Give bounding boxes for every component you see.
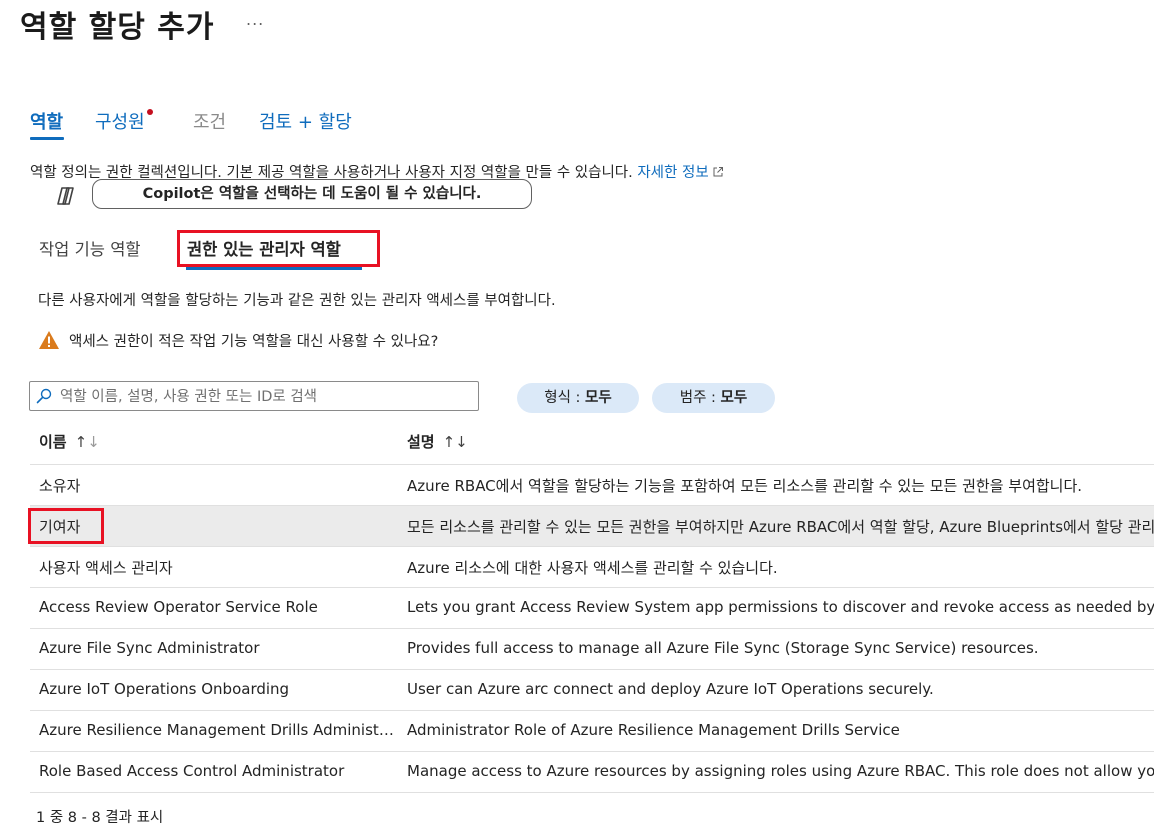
highlight-box [28,508,104,544]
table-row[interactable]: Role Based Access Control Administrator … [30,751,1154,793]
filter-category-pill[interactable]: 범주 : 모두 [652,383,775,413]
role-description-cell: Azure 리소스에 대한 사용자 액세스를 관리할 수 있습니다. [407,559,778,577]
required-indicator [147,109,153,115]
role-name: Access Review Operator Service Role [39,598,318,616]
learn-more-link[interactable]: 자세한 정보 [637,165,723,181]
subtab-description: 다른 사용자에게 역할을 할당하는 기능과 같은 권한 있는 관리자 액세스를 … [38,293,556,309]
subtab-privileged-admin-roles[interactable]: 권한 있는 관리자 역할 [187,236,341,260]
filter-category-value: 모두 [720,390,748,406]
table-row[interactable]: 사용자 액세스 관리자 Azure 리소스에 대한 사용자 액세스를 관리할 수… [30,546,1154,587]
role-description-cell: Azure RBAC에서 역할을 할당하는 기능을 포함하여 모든 리소스를 관… [407,477,1083,495]
filter-category-label: 범주 : [679,390,721,406]
role-name: Azure Resilience Management Drills Admin… [39,721,399,739]
role-description-cell: User can Azure arc connect and deploy Az… [407,680,934,698]
table-row[interactable]: Azure IoT Operations Onboarding User can… [30,669,1154,710]
column-header-description[interactable]: 설명 ↑↓ [407,431,468,452]
role-name: Role Based Access Control Administrator [39,762,345,780]
external-link-icon [713,167,723,177]
column-header-name[interactable]: 이름 ↑↓ [39,431,100,452]
search-input[interactable] [58,383,472,411]
column-name-label: 이름 [39,433,67,451]
filter-type-label: 형식 : [544,390,586,406]
copilot-help-button[interactable]: Copilot은 역할을 선택하는 데 도움이 될 수 있습니다. [92,179,532,209]
subtab-job-function-roles[interactable]: 작업 기능 역할 [39,236,141,260]
tab-review-assign[interactable]: 검토 + 할당 [259,108,352,134]
table-row[interactable]: Azure Resilience Management Drills Admin… [30,710,1154,751]
copilot-icon [57,187,74,205]
page-title: 역할 할당 추가 [20,10,215,45]
role-description-cell: Manage access to Azure resources by assi… [407,762,1154,780]
role-name: 소유자 [39,477,81,495]
role-name: 사용자 액세스 관리자 [39,559,173,577]
table-row[interactable]: Access Review Operator Service Role Lets… [30,587,1154,628]
tab-members[interactable]: 구성원 [95,108,145,134]
more-options-icon[interactable]: ... [246,10,264,29]
role-description-cell: 모든 리소스를 관리할 수 있는 모든 권한을 부여하지만 Azure RBAC… [407,518,1154,536]
warning-text: 액세스 권한이 적은 작업 기능 역할을 대신 사용할 수 있나요? [69,334,439,350]
table-row[interactable]: 기여자 모든 리소스를 관리할 수 있는 모든 권한을 부여하지만 Azure … [28,505,1154,546]
sort-arrows-icon: ↑↓ [442,433,468,451]
tab-conditions: 조건 [193,112,227,133]
role-description-cell: Provides full access to manage all Azure… [407,639,1039,657]
role-name: Azure IoT Operations Onboarding [39,680,290,698]
subtab-underline [186,267,362,270]
role-description-cell: Administrator Role of Azure Resilience M… [407,721,900,739]
filter-type-pill[interactable]: 형식 : 모두 [517,383,639,413]
sort-up-arrow: ↑ [74,433,88,451]
warning-icon [39,331,59,349]
search-icon [36,388,52,404]
table-row[interactable]: Azure File Sync Administrator Provides f… [30,628,1154,669]
column-description-label: 설명 [407,433,435,451]
tab-role[interactable]: 역할 [30,108,63,134]
search-box[interactable] [29,381,479,411]
learn-more-label: 자세한 정보 [637,165,709,181]
tab-role-underline [30,137,64,140]
roles-table: 소유자 Azure RBAC에서 역할을 할당하는 기능을 포함하여 모든 리소… [28,464,1154,793]
sort-arrows-icon: ↑↓ [75,433,100,451]
role-description-cell: Lets you grant Access Review System app … [407,598,1154,616]
pagination-summary: 1 중 8 - 8 결과 표시 [36,810,164,826]
sort-down-arrow: ↓ [87,433,100,451]
filter-type-value: 모두 [585,390,612,406]
role-name: Azure File Sync Administrator [39,639,260,657]
table-row[interactable]: 소유자 Azure RBAC에서 역할을 할당하는 기능을 포함하여 모든 리소… [30,464,1154,505]
